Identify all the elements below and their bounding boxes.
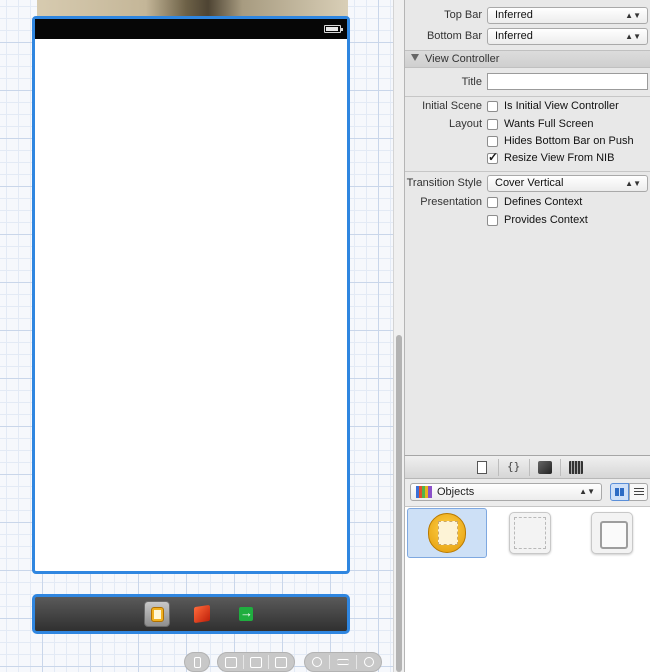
list-view-button[interactable] bbox=[629, 483, 648, 501]
view-controller-icon bbox=[428, 513, 466, 553]
divider bbox=[498, 459, 499, 476]
top-bar-label: Top Bar bbox=[444, 9, 482, 21]
initial-view-controller-label: Is Initial View Controller bbox=[504, 100, 619, 112]
library-category-value: Objects bbox=[437, 486, 475, 498]
popup-arrows-icon: ▲▼ bbox=[625, 32, 641, 41]
divider bbox=[268, 655, 269, 669]
hides-bottom-bar-row[interactable]: Hides Bottom Bar on Push bbox=[487, 133, 634, 149]
disclosure-triangle-icon[interactable] bbox=[411, 54, 419, 61]
first-responder-cube-icon[interactable] bbox=[189, 601, 215, 627]
title-label: Title bbox=[461, 76, 482, 88]
popup-arrows-icon: ▲▼ bbox=[579, 487, 595, 496]
bottom-bar-popup[interactable]: Inferred ▲▼ bbox=[487, 28, 648, 45]
top-bar-row: Top Bar Inferred ▲▼ bbox=[405, 7, 650, 25]
defines-context-checkbox[interactable] bbox=[487, 196, 498, 208]
view-controller-scene[interactable] bbox=[32, 16, 350, 574]
resize-view-from-nib-checkbox[interactable] bbox=[487, 150, 498, 164]
divider bbox=[529, 459, 530, 476]
library-category-popup[interactable]: Objects ▲▼ bbox=[410, 483, 602, 501]
defines-context-row[interactable]: Defines Context bbox=[487, 194, 582, 210]
simulated-status-bar bbox=[35, 19, 347, 39]
media-icon[interactable] bbox=[569, 461, 583, 474]
wants-full-screen-checkbox[interactable] bbox=[487, 118, 498, 130]
title-field[interactable] bbox=[487, 73, 648, 90]
transition-style-row: Transition Style Cover Vertical ▲▼ bbox=[405, 175, 650, 193]
initial-scene-label: Initial Scene bbox=[422, 100, 482, 112]
scroll-thumb[interactable] bbox=[396, 335, 402, 672]
wants-full-screen-row[interactable]: Wants Full Screen bbox=[487, 116, 593, 132]
top-bar-popup[interactable]: Inferred ▲▼ bbox=[487, 7, 648, 24]
section-title: View Controller bbox=[425, 53, 500, 65]
device-toggle-button[interactable] bbox=[184, 652, 210, 672]
attributes-inspector: Top Bar Inferred ▲▼ Bottom Bar Inferred … bbox=[404, 0, 650, 455]
defines-context-label: Defines Context bbox=[504, 196, 583, 208]
layout-controls bbox=[217, 652, 295, 672]
file-template-icon[interactable] bbox=[477, 461, 487, 474]
top-bar-value: Inferred bbox=[495, 9, 533, 21]
bottom-bar-row: Bottom Bar Inferred ▲▼ bbox=[405, 28, 650, 46]
initial-view-controller-checkbox-row[interactable]: Is Initial View Controller bbox=[487, 98, 619, 114]
popup-arrows-icon: ▲▼ bbox=[625, 11, 641, 20]
zoom-out-icon[interactable] bbox=[312, 657, 323, 667]
transition-style-label: Transition Style bbox=[406, 177, 482, 189]
library-books-icon bbox=[416, 486, 432, 498]
navigation-controller-library-item[interactable] bbox=[489, 508, 569, 558]
pin-icon[interactable] bbox=[250, 656, 262, 668]
device-icon bbox=[193, 656, 201, 668]
divider bbox=[560, 459, 561, 476]
transition-style-popup[interactable]: Cover Vertical ▲▼ bbox=[487, 175, 648, 192]
view-controller-icon[interactable] bbox=[144, 601, 170, 627]
navigation-controller-icon bbox=[509, 512, 551, 554]
align-icon[interactable] bbox=[225, 656, 237, 668]
tab-bar-controller-icon bbox=[591, 512, 633, 554]
library-filter-bar: Objects ▲▼ bbox=[404, 479, 650, 507]
divider bbox=[329, 655, 331, 669]
provides-context-row[interactable]: Provides Context bbox=[487, 212, 588, 228]
battery-icon bbox=[324, 25, 343, 33]
provides-context-label: Provides Context bbox=[504, 214, 588, 226]
object-cube-icon[interactable] bbox=[538, 461, 552, 474]
divider bbox=[355, 655, 357, 669]
scene-dock bbox=[32, 594, 350, 634]
divider bbox=[405, 96, 650, 97]
bottom-bar-value: Inferred bbox=[495, 30, 533, 42]
zoom-in-icon[interactable] bbox=[363, 657, 374, 667]
previous-scene-image bbox=[37, 0, 348, 17]
transition-style-value: Cover Vertical bbox=[495, 177, 564, 189]
view-controller-library-item[interactable] bbox=[407, 508, 487, 558]
storyboard-canvas[interactable] bbox=[0, 0, 393, 672]
exit-icon[interactable] bbox=[233, 601, 259, 627]
provides-context-checkbox[interactable] bbox=[487, 214, 498, 226]
presentation-label: Presentation bbox=[420, 196, 482, 208]
hides-bottom-bar-label: Hides Bottom Bar on Push bbox=[504, 135, 634, 147]
initial-view-controller-checkbox[interactable] bbox=[487, 100, 498, 112]
object-library-grid bbox=[404, 507, 650, 672]
library-tab-bar: {} bbox=[404, 455, 650, 479]
resize-view-from-nib-row[interactable]: Resize View From NIB bbox=[487, 150, 614, 166]
popup-arrows-icon: ▲▼ bbox=[625, 179, 641, 188]
layout-label: Layout bbox=[448, 118, 482, 130]
divider bbox=[243, 655, 244, 669]
hides-bottom-bar-checkbox[interactable] bbox=[487, 135, 498, 147]
resolve-icon[interactable] bbox=[275, 656, 287, 668]
resize-view-from-nib-label: Resize View From NIB bbox=[504, 152, 615, 164]
bottom-bar-label: Bottom Bar bbox=[426, 30, 482, 42]
code-snippet-icon[interactable]: {} bbox=[507, 460, 527, 473]
view-controller-section-header[interactable]: View Controller bbox=[405, 50, 650, 68]
zoom-controls bbox=[304, 652, 382, 672]
wants-full-screen-label: Wants Full Screen bbox=[504, 118, 594, 130]
grid-view-button[interactable] bbox=[610, 483, 629, 501]
divider bbox=[405, 171, 650, 172]
actual-size-icon[interactable] bbox=[336, 659, 349, 665]
canvas-scrollbar[interactable] bbox=[393, 0, 404, 672]
tab-bar-controller-library-item[interactable] bbox=[571, 508, 650, 558]
